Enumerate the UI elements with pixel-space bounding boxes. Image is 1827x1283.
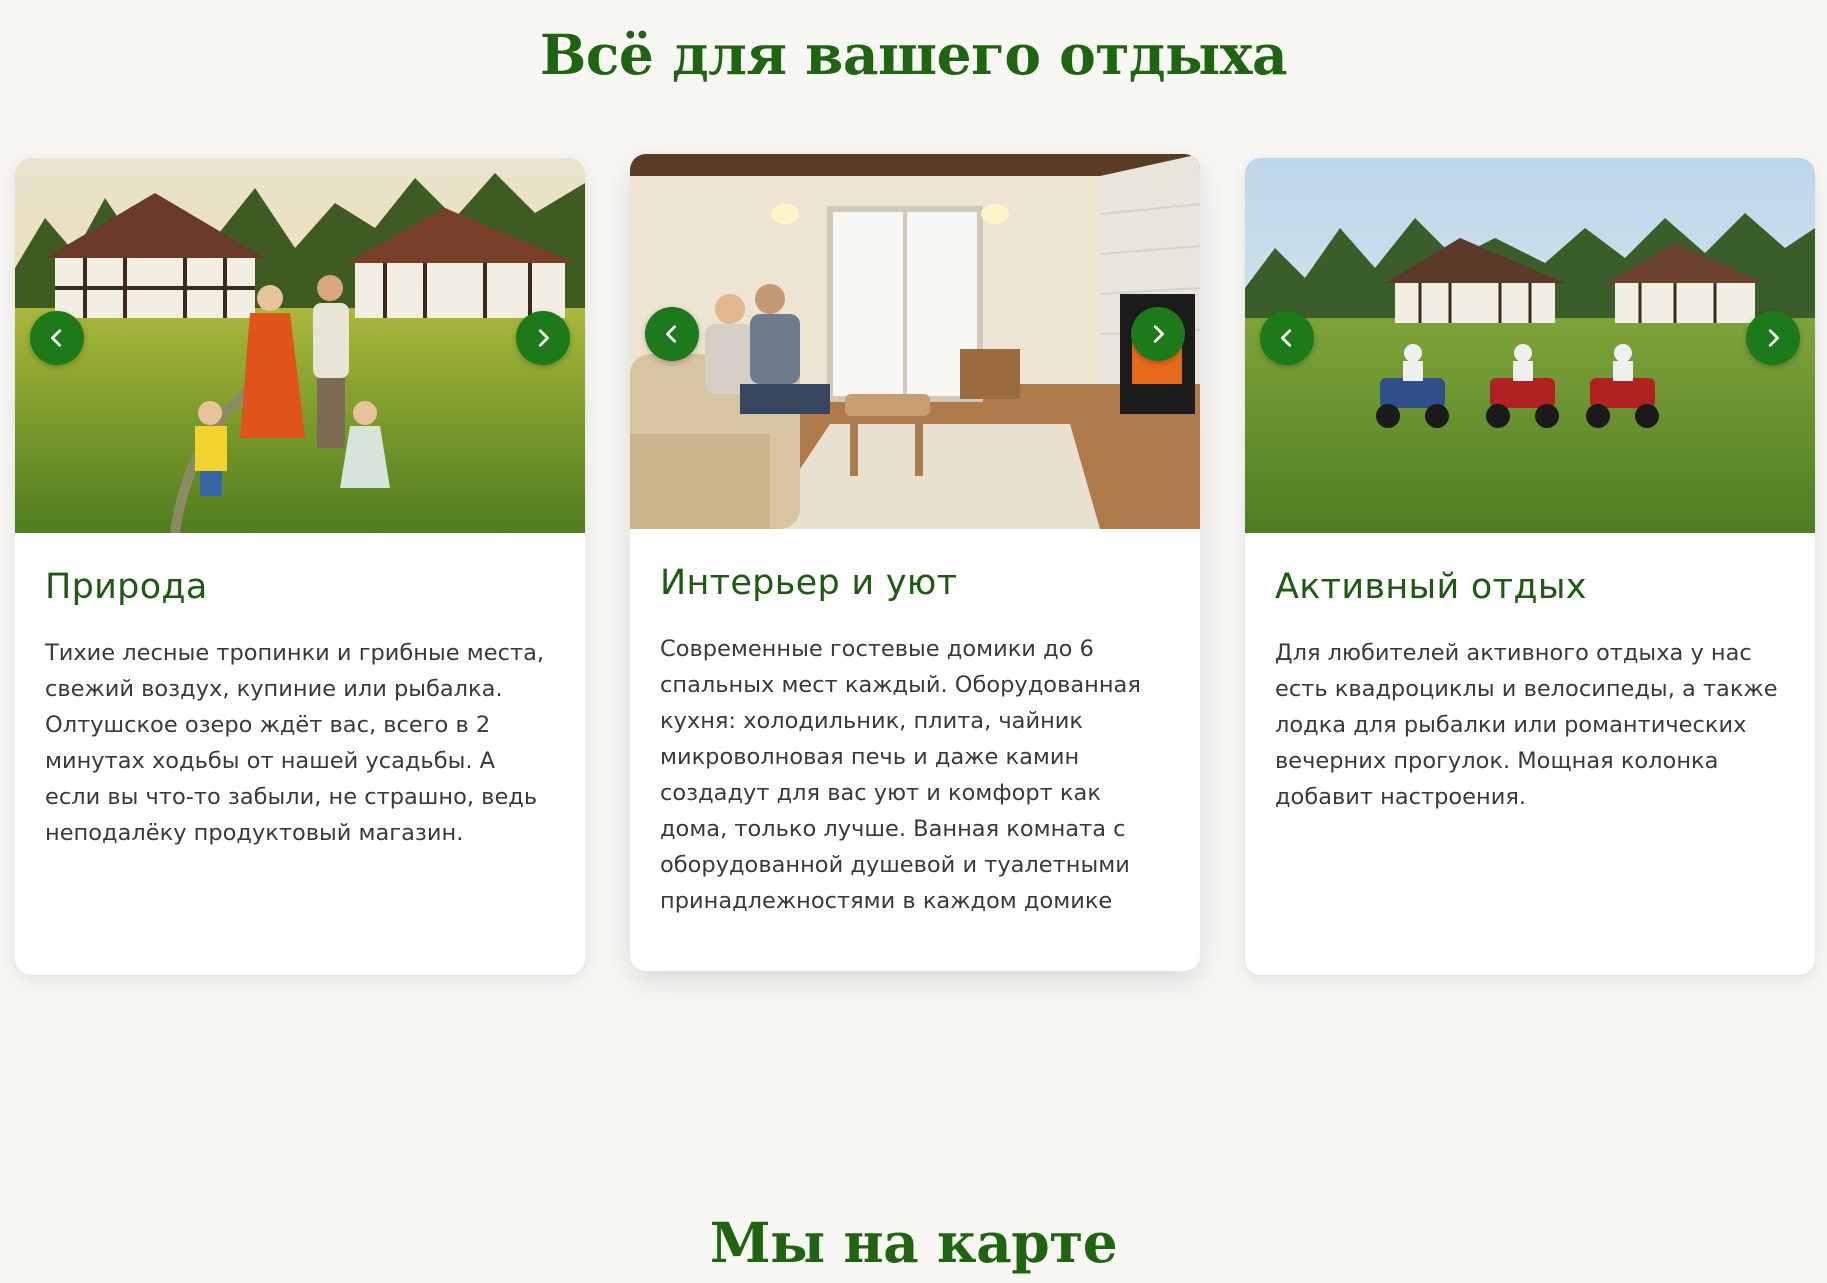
living-room-fireplace-photo (630, 154, 1200, 529)
card-title: Активный отдых (1275, 567, 1587, 607)
card-title: Интерьер и уют (660, 563, 958, 603)
feature-card-interior: Интерьер и уют Современные гостевые доми… (630, 154, 1200, 971)
carousel-prev-button[interactable] (645, 307, 699, 361)
carousel-next-button[interactable] (516, 311, 570, 365)
carousel-next-button[interactable] (1131, 307, 1185, 361)
family-walking-meadow-photo (15, 158, 585, 533)
section-title: Всё для вашего отдыха (539, 22, 1288, 87)
chevron-right-icon (1768, 329, 1779, 347)
chevron-left-icon (51, 329, 62, 347)
chevron-right-icon (538, 329, 549, 347)
feature-card-active: Активный отдых Для любителей активного о… (1245, 158, 1815, 975)
card-image-carousel (15, 158, 585, 533)
card-description: Современные гостевые домики до 6 спальны… (660, 636, 1141, 914)
chevron-right-icon (1153, 325, 1164, 343)
next-section-title: Мы на карте (709, 1210, 1118, 1275)
card-image-carousel (630, 154, 1200, 529)
feature-card-nature: Природа Тихие лесные тропинки и грибные … (15, 158, 585, 975)
carousel-next-button[interactable] (1746, 311, 1800, 365)
card-image-carousel (1245, 158, 1815, 533)
card-title: Природа (45, 567, 208, 607)
carousel-prev-button[interactable] (30, 311, 84, 365)
chevron-left-icon (1281, 329, 1292, 347)
carousel-prev-button[interactable] (1260, 311, 1314, 365)
chevron-left-icon (666, 325, 677, 343)
card-description: Для любителей активного отдыха у нас ест… (1275, 640, 1778, 810)
card-description: Тихие лесные тропинки и грибные места, с… (45, 640, 545, 846)
quad-bikes-meadow-photo (1245, 158, 1815, 533)
